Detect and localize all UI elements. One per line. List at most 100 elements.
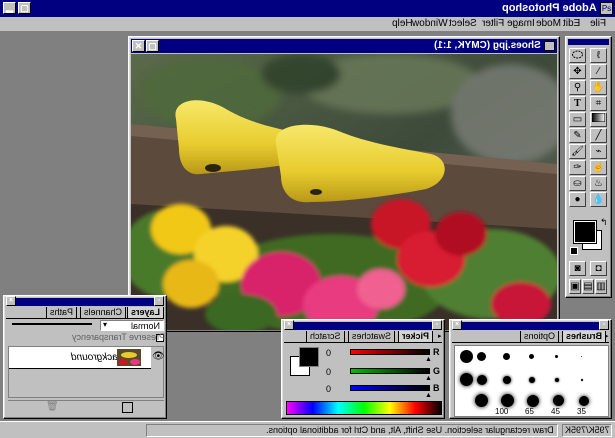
airbrush-icon[interactable]: ✑ (569, 160, 586, 175)
b-slider[interactable] (350, 385, 430, 391)
minimize-button[interactable]: ▂ (3, 2, 16, 14)
screen-mode-3-icon[interactable]: ▥ (595, 279, 607, 294)
toolbox-titlebar[interactable] (568, 39, 609, 45)
brush-tip[interactable] (503, 353, 510, 360)
layer-row[interactable]: Background (9, 347, 151, 369)
gradient-icon[interactable] (590, 112, 607, 127)
smudge-icon[interactable]: ☝ (590, 160, 607, 175)
layers-close-button[interactable]: × (6, 296, 16, 306)
menu-edit[interactable]: Edit (563, 17, 580, 31)
toolbox: ℓ ✥ ⁄ ⚲ ✋ T ⌗ ▭ ✎ ╱ 🖌 ⌁ ✑ ☝ ⛀ ♨ ● 💧 ↰ ◙ … (565, 36, 612, 298)
spectrum-bar[interactable] (286, 401, 442, 415)
g-slider[interactable] (350, 368, 430, 374)
tab-paths[interactable]: Paths (46, 307, 78, 319)
brush-tip[interactable] (460, 373, 473, 386)
brushes-close-button[interactable]: × (452, 320, 462, 330)
tab-channels[interactable]: Channels (80, 307, 127, 319)
brushes-collapse-button[interactable]: ▫ (599, 320, 609, 330)
layer-visibility-eye-icon[interactable]: 👁 (152, 351, 165, 362)
tab-layers[interactable]: Layers (127, 307, 165, 319)
brush-tip[interactable] (581, 379, 583, 381)
picker-titlebar[interactable]: × ▫ (284, 320, 442, 330)
brush-tip[interactable] (581, 356, 582, 357)
brushes-titlebar[interactable]: × ▫ (452, 320, 609, 330)
blend-mode-dropdown[interactable]: ▾ Normal (100, 320, 164, 331)
picker-collapse-button[interactable]: ▫ (432, 320, 442, 330)
menu-mode[interactable]: Mode (536, 17, 561, 31)
document-titlebar[interactable]: ✕ ▢ Shoes.jpg (CMYK, 1:1) (131, 39, 557, 53)
doc-size[interactable]: 795K/795K (562, 424, 612, 437)
brush-tip[interactable] (475, 394, 488, 407)
tab-scratch[interactable]: Scratch (306, 331, 345, 343)
brush-tip[interactable] (579, 396, 589, 406)
tab-brushes[interactable]: Brushes (562, 331, 607, 343)
brush-tip[interactable] (555, 378, 559, 382)
quickmask-mode-icon[interactable]: ◘ (590, 261, 607, 276)
brush-size-label: 35 (577, 407, 586, 416)
brush-tip[interactable] (503, 376, 511, 384)
menu-window[interactable]: Window (412, 17, 448, 31)
maximize-button[interactable]: ▢ (18, 2, 31, 14)
r-slider[interactable] (350, 349, 430, 355)
lasso-icon[interactable]: ℓ (590, 48, 607, 63)
eraser-icon[interactable]: ▭ (569, 112, 586, 127)
r-slider-thumb[interactable]: ▲ (425, 356, 432, 363)
marquee-icon[interactable] (569, 48, 586, 63)
tab-swatches[interactable]: Swatches (348, 331, 396, 343)
brush-tip[interactable] (477, 375, 487, 385)
canvas-image[interactable] (131, 54, 557, 330)
screen-mode-2-icon[interactable]: ▤ (582, 279, 594, 294)
b-value[interactable]: 0 (326, 384, 331, 394)
blur-icon[interactable]: ♨ (590, 176, 607, 191)
layers-titlebar[interactable]: × ▫ (6, 296, 164, 306)
menu-file[interactable]: File (590, 17, 606, 31)
brush-tip[interactable] (527, 395, 539, 407)
move-icon[interactable]: ✥ (569, 64, 586, 79)
magic-wand-icon[interactable]: ⁄ (590, 64, 607, 79)
doc-close-button[interactable]: ✕ (132, 40, 145, 52)
zoom-icon[interactable]: ⚲ (569, 80, 586, 95)
brush-tip[interactable] (555, 355, 558, 358)
menu-select[interactable]: Select (449, 17, 477, 31)
swap-colors-icon[interactable]: ↰ (600, 217, 608, 228)
pencil-icon[interactable]: ✎ (569, 128, 586, 143)
new-layer-icon[interactable] (122, 402, 133, 413)
brush-icon[interactable]: 🖌 (569, 144, 586, 159)
g-value[interactable]: 0 (326, 367, 331, 377)
picker-fg-swatch[interactable] (299, 347, 319, 367)
menu-help[interactable]: Help (392, 17, 413, 31)
trash-icon[interactable]: 🗑 (46, 401, 59, 412)
brush-tip[interactable] (460, 350, 473, 363)
r-value[interactable]: 0 (326, 348, 331, 358)
app-titlebar[interactable]: ▂ ▢ Adobe Photoshop Ps (0, 0, 615, 17)
b-slider-thumb[interactable]: ▲ (425, 392, 432, 399)
picker-menu-arrow[interactable]: ▸ (438, 332, 442, 340)
brush-tip[interactable] (501, 394, 514, 407)
stamp-icon[interactable]: ⛀ (569, 176, 586, 191)
layers-tabbar: Paths Channels Layers ▸ (6, 307, 165, 319)
standard-mode-icon[interactable]: ◙ (569, 261, 586, 276)
type-icon[interactable]: T (569, 96, 586, 111)
burn-icon[interactable]: 💧 (590, 192, 607, 207)
eyedropper-icon[interactable]: ⌁ (590, 144, 607, 159)
opacity-slider-track[interactable] (12, 323, 92, 325)
brush-tip[interactable] (553, 395, 564, 406)
brush-tip[interactable] (529, 377, 535, 383)
crop-icon[interactable]: ⌗ (590, 96, 607, 111)
layers-collapse-button[interactable]: ▫ (154, 296, 164, 306)
brush-tip[interactable] (529, 354, 534, 359)
menu-image[interactable]: Image (507, 17, 535, 31)
g-slider-thumb[interactable]: ▲ (425, 375, 432, 382)
line-icon[interactable]: ╱ (590, 128, 607, 143)
screen-mode-1-icon[interactable]: ▣ (569, 279, 581, 294)
default-colors-icon[interactable] (570, 247, 578, 255)
foreground-color-swatch[interactable] (573, 220, 597, 244)
dodge-icon[interactable]: ● (569, 192, 586, 207)
tab-picker[interactable]: Picker (398, 331, 434, 343)
tab-options[interactable]: Options (520, 331, 560, 343)
brush-tip[interactable] (477, 352, 486, 361)
picker-close-button[interactable]: × (284, 320, 294, 330)
doc-maximize-button[interactable]: ▢ (146, 40, 159, 52)
menu-filter[interactable]: Filter (482, 17, 504, 31)
hand-icon[interactable]: ✋ (590, 80, 607, 95)
